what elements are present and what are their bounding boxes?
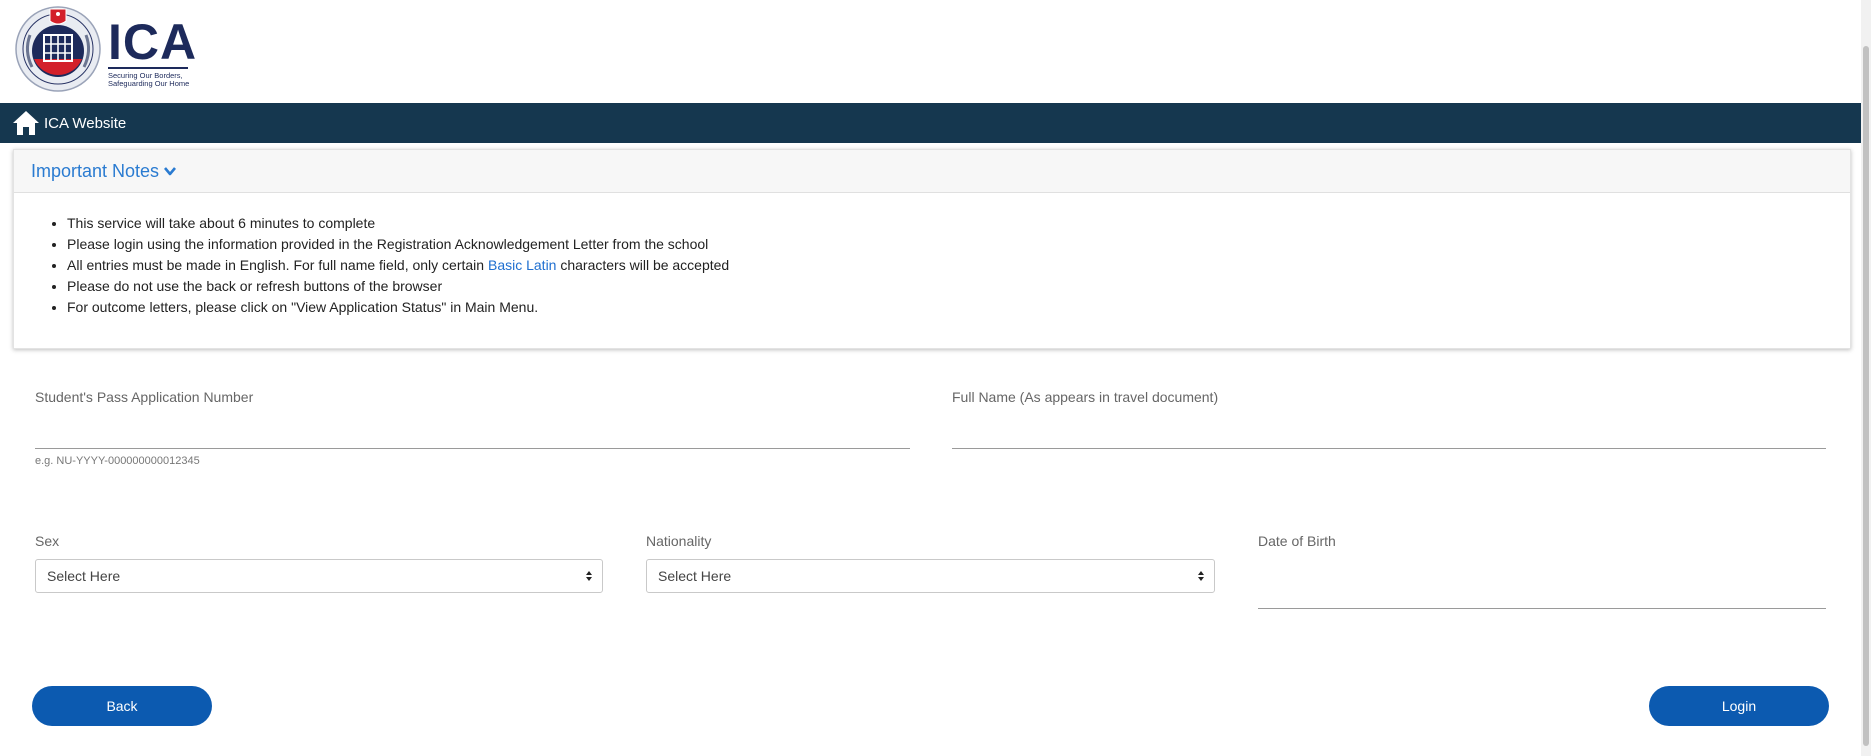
- sex-select-value: Select Here: [47, 568, 121, 584]
- spa-number-input[interactable]: [35, 420, 910, 449]
- dob-input[interactable]: [1258, 580, 1826, 609]
- sex-label: Sex: [35, 533, 60, 549]
- nationality-select-value: Select Here: [658, 568, 732, 584]
- page-header: ICA Securing Our Borders, Safeguarding O…: [0, 0, 1861, 103]
- ica-crest-icon: [15, 6, 101, 92]
- back-button[interactable]: Back: [32, 686, 212, 726]
- note-item-latin-prefix: All entries must be made in English. For…: [67, 257, 488, 273]
- full-name-label: Full Name (As appears in travel document…: [952, 389, 1219, 405]
- nationality-select[interactable]: Select Here: [646, 559, 1215, 593]
- ica-website-label: ICA Website: [44, 114, 127, 132]
- sex-select[interactable]: Select Here: [35, 559, 603, 593]
- page-scrollbar[interactable]: [1861, 0, 1871, 756]
- full-name-input[interactable]: [952, 420, 1826, 449]
- brand-name: ICA: [108, 14, 198, 70]
- note-item-latin: All entries must be made in English. For…: [67, 255, 1850, 276]
- chevron-down-icon: [164, 167, 177, 176]
- dob-label: Date of Birth: [1258, 533, 1336, 549]
- home-icon: [13, 111, 39, 135]
- note-item: This service will take about 6 minutes t…: [67, 213, 1850, 234]
- important-notes-list: This service will take about 6 minutes t…: [14, 213, 1850, 318]
- note-item: Please do not use the back or refresh bu…: [67, 276, 1850, 297]
- note-item: For outcome letters, please click on "Vi…: [67, 297, 1850, 318]
- spa-number-hint: e.g. NU-YYYY-000000000012345: [35, 455, 200, 467]
- important-notes-toggle[interactable]: Important Notes: [14, 150, 1850, 193]
- important-notes-title: Important Notes: [31, 160, 160, 181]
- ica-website-link[interactable]: ICA Website: [12, 109, 126, 137]
- basic-latin-link[interactable]: Basic Latin: [488, 257, 556, 273]
- note-item: Please login using the information provi…: [67, 234, 1850, 255]
- nationality-label: Nationality: [646, 533, 712, 549]
- select-arrows-icon: [586, 571, 592, 581]
- brand-tagline-2: Safeguarding Our Home: [108, 79, 190, 88]
- brand-block: ICA Securing Our Borders, Safeguarding O…: [108, 14, 198, 88]
- important-notes-panel: Important Notes This service will take a…: [13, 149, 1851, 349]
- login-button[interactable]: Login: [1649, 686, 1829, 726]
- select-arrows-icon: [1198, 571, 1204, 581]
- scrollbar-thumb[interactable]: [1863, 46, 1869, 746]
- spa-number-label: Student's Pass Application Number: [35, 389, 254, 405]
- note-item-latin-suffix: characters will be accepted: [556, 257, 730, 273]
- ica-logo[interactable]: ICA Securing Our Borders, Safeguarding O…: [14, 5, 197, 93]
- top-navbar: ICA Website: [0, 103, 1861, 143]
